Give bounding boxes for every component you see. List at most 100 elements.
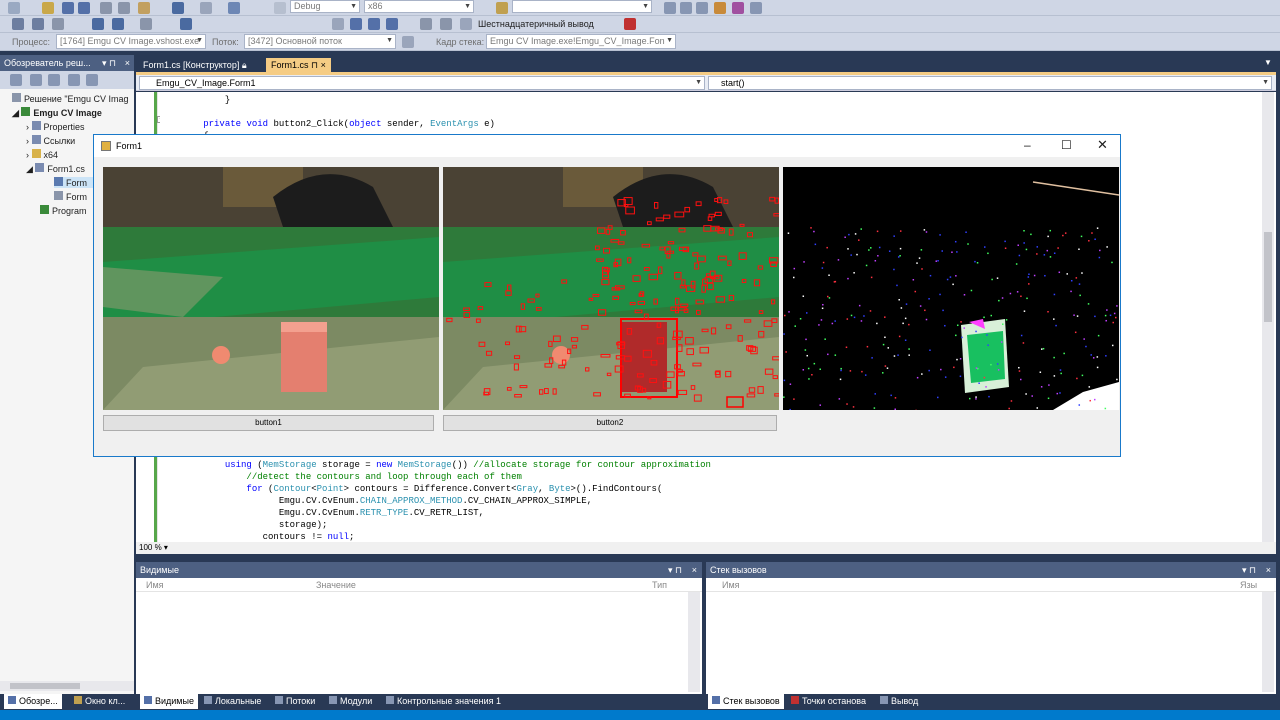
tree-item-program[interactable]: Program (40, 205, 87, 216)
start-icon[interactable] (274, 2, 286, 14)
code-line[interactable]: private void button2_Click(object sender… (160, 118, 495, 130)
object-browser-icon[interactable] (696, 2, 708, 14)
hex-output-label[interactable]: Шестнадцатеричный вывод (478, 19, 594, 29)
expand-icon[interactable]: ◢ (26, 164, 35, 174)
paste-icon[interactable] (138, 2, 150, 14)
tab-locals[interactable]: Локальные (204, 696, 261, 706)
copy-icon[interactable] (118, 2, 130, 14)
callstack-scrollbar[interactable] (1262, 592, 1274, 692)
save-all-icon[interactable] (78, 2, 90, 14)
col-type[interactable]: Тип (652, 580, 667, 590)
extension-icon[interactable] (732, 2, 744, 14)
tree-item-form-resx[interactable]: Form (54, 191, 87, 202)
process-combo[interactable]: [1764] Emgu CV Image.vshost.exe ▼ (56, 34, 206, 49)
tab-autos[interactable]: Видимые (140, 694, 198, 709)
tree-item-form1[interactable]: ◢ Form1.cs (26, 163, 85, 175)
tab-form1-code[interactable]: Form1.cs ⊓ × (266, 58, 331, 72)
breakpoint-icon[interactable] (624, 18, 636, 30)
bookmark-icon[interactable] (52, 18, 64, 30)
step-over-icon[interactable] (440, 18, 452, 30)
code-line[interactable]: Emgu.CV.CvEnum.CHAIN_APPROX_METHOD.CV_CH… (160, 495, 592, 507)
continue-icon[interactable] (332, 18, 344, 30)
scrollbar-thumb[interactable] (10, 683, 80, 689)
align-icon[interactable] (140, 18, 152, 30)
locals-scrollbar[interactable] (688, 592, 700, 692)
comment-icon[interactable] (92, 18, 104, 30)
dropdown-icon[interactable]: ▾ ⊓ (1242, 565, 1256, 576)
start-page-icon[interactable] (750, 2, 762, 14)
code-line[interactable]: } (160, 94, 230, 106)
tab-breakpoints[interactable]: Точки останова (791, 696, 866, 706)
tree-item-properties[interactable]: › Properties (26, 121, 85, 132)
solution-explorer-icon[interactable] (664, 2, 676, 14)
view-code-icon[interactable] (68, 74, 80, 86)
col-name[interactable]: Имя (722, 580, 740, 590)
close-icon[interactable]: × (1266, 565, 1271, 575)
close-icon[interactable]: × (125, 58, 130, 68)
minimize-icon[interactable]: – (1024, 138, 1031, 152)
toolbox-icon[interactable] (714, 2, 726, 14)
pin-icon[interactable]: ▾ ⊓ (102, 58, 116, 69)
show-all-icon[interactable] (30, 74, 42, 86)
tree-item-project[interactable]: ◢ Emgu CV Image (12, 107, 102, 119)
maximize-icon[interactable]: ☐ (1061, 138, 1072, 152)
class-combo[interactable]: Emgu_CV_Image.Form1 ▼ (139, 76, 705, 90)
refresh-icon[interactable] (48, 74, 60, 86)
format-icon[interactable] (12, 18, 24, 30)
close-icon[interactable]: × (692, 565, 697, 575)
tab-watch1[interactable]: Контрольные значения 1 (386, 696, 501, 706)
pause-icon[interactable] (350, 18, 362, 30)
col-value[interactable]: Значение (316, 580, 356, 590)
horizontal-scrollbar[interactable] (0, 681, 134, 691)
button2[interactable]: button2 (443, 415, 777, 431)
close-icon[interactable]: × (321, 60, 326, 70)
scrollbar-thumb[interactable] (1264, 232, 1272, 322)
tree-item-references[interactable]: › Ссылки (26, 135, 75, 146)
properties-icon[interactable] (680, 2, 692, 14)
hex-icon[interactable] (460, 18, 472, 30)
expand-icon[interactable]: ◢ (12, 108, 21, 118)
tab-modules[interactable]: Модули (329, 696, 372, 706)
find-combo[interactable]: ▼ (512, 0, 652, 13)
stop-icon[interactable] (368, 18, 380, 30)
platform-combo[interactable]: x86 ▼ (364, 0, 474, 13)
close-icon[interactable]: ✕ (1097, 137, 1108, 153)
view-designer-icon[interactable] (86, 74, 98, 86)
col-language[interactable]: Язы (1240, 580, 1257, 590)
code-line[interactable]: using (MemStorage storage = new MemStora… (160, 459, 711, 471)
new-project-icon[interactable] (8, 2, 20, 14)
dropdown-icon[interactable]: ▾ ⊓ (668, 565, 682, 576)
pin-icon[interactable]: ⊓ (311, 60, 318, 70)
code-line[interactable]: storage); (160, 519, 328, 531)
tree-item-x64[interactable]: › x64 (26, 149, 58, 160)
filter-icon[interactable] (402, 36, 414, 48)
member-combo[interactable]: start() ▼ (708, 76, 1272, 90)
navigate-icon[interactable] (228, 2, 240, 14)
save-icon[interactable] (62, 2, 74, 14)
step-into-icon[interactable] (420, 18, 432, 30)
zoom-combo[interactable]: 100 % ▾ (139, 543, 168, 552)
tab-threads[interactable]: Потоки (275, 696, 315, 706)
cut-icon[interactable] (100, 2, 112, 14)
code-line[interactable]: for (Contour<Point> contours = Differenc… (160, 483, 662, 495)
tab-solution-explorer[interactable]: Обозре... (4, 694, 62, 709)
redo-icon[interactable] (200, 2, 212, 14)
vertical-scrollbar[interactable] (1262, 92, 1274, 542)
thread-combo[interactable]: [3472] Основной поток ▼ (244, 34, 396, 49)
window-icon[interactable] (180, 18, 192, 30)
config-combo[interactable]: Debug ▼ (290, 0, 360, 13)
tab-callstack[interactable]: Стек вызовов (708, 694, 784, 709)
frame-combo[interactable]: Emgu CV Image.exe!Emgu_CV_Image.Fon ▼ (486, 34, 676, 49)
indent-icon[interactable] (32, 18, 44, 30)
code-line[interactable]: //detect the contours and loop through e… (160, 471, 521, 483)
button1[interactable]: button1 (103, 415, 434, 431)
tab-form1-designer[interactable]: Form1.cs [Конструктор] 🔒︎ (138, 58, 252, 72)
tab-output[interactable]: Вывод (880, 696, 918, 706)
open-icon[interactable] (42, 2, 54, 14)
properties-icon[interactable] (10, 74, 22, 86)
undo-icon[interactable] (172, 2, 184, 14)
tab-overflow-icon[interactable]: ▼ (1264, 58, 1272, 67)
code-line[interactable]: Emgu.CV.CvEnum.RETR_TYPE.CV_RETR_LIST, (160, 507, 484, 519)
restart-icon[interactable] (386, 18, 398, 30)
uncomment-icon[interactable] (112, 18, 124, 30)
